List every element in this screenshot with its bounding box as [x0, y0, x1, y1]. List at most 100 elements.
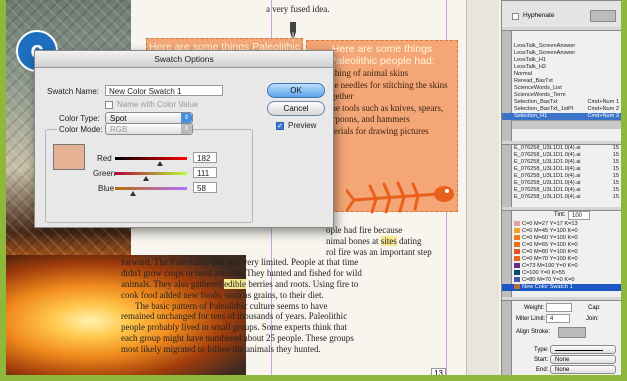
link-item[interactable]: E_076258_U3L1D1.0(4).ai 15: [502, 173, 621, 180]
body-line: nimal bones at sites dating: [326, 235, 422, 246]
page-number: 13: [431, 368, 446, 375]
swatch-item[interactable]: C=100 Y=0 K=55: [502, 270, 621, 277]
color-mode-value: RGB: [110, 125, 128, 134]
body-line: forward. The Paleolithic diet was very l…: [121, 257, 359, 268]
red-label: Red: [97, 154, 112, 163]
cancel-button[interactable]: Cancel: [267, 101, 325, 116]
end-label: End:: [536, 367, 549, 373]
swatch-item[interactable]: C=0 M=27 Y=17 K=13: [502, 221, 621, 228]
style-item[interactable]: Selection_BasTxt_1stPl Cmd+Num 2: [502, 106, 621, 113]
swatch-name-input[interactable]: New Color Swatch 1: [105, 85, 223, 96]
swatch-item-selected[interactable]: New Color Swatch 1: [502, 284, 621, 291]
swatch-item[interactable]: C=0 M=80 Y=100 K=0: [502, 249, 621, 256]
start-label: Start:: [534, 357, 549, 363]
start-select[interactable]: None: [550, 355, 616, 364]
bullet-list: • Clothing of animal skins • Bone needle…: [314, 68, 454, 149]
panel-dock: Hyphenate LessTalk_ScreenAnswer LessTalk…: [501, 0, 621, 375]
cap-label: Cap:: [588, 305, 601, 311]
style-item[interactable]: LessTalk_H1: [502, 57, 621, 64]
red-slider[interactable]: [115, 157, 187, 160]
body-line: each group might have numbered about 25 …: [121, 332, 354, 343]
swatch-item[interactable]: C=0 M=45 Y=100 K=0: [502, 228, 621, 235]
body-line: people probably lived in small groups. S…: [121, 322, 347, 333]
miter-input[interactable]: 4: [546, 314, 570, 323]
solid-line-icon: [555, 350, 603, 351]
green-label: Green: [93, 169, 116, 178]
body-line: rol fire was an important step: [326, 246, 432, 257]
red-value-input[interactable]: 182: [193, 152, 217, 163]
tint-input[interactable]: 100: [568, 211, 590, 220]
stroke-tab[interactable]: [502, 301, 512, 375]
green-slider-handle[interactable]: [143, 176, 149, 181]
align-stroke-label: Align Stroke:: [516, 329, 551, 335]
ok-button[interactable]: OK: [267, 83, 325, 98]
list-item: • Materials for drawing pictures: [314, 125, 429, 136]
type-label: Type:: [534, 347, 549, 353]
weight-input[interactable]: [546, 303, 572, 312]
links-panel: E_076258_U3L1D1.0(4).ai 15 E_076258_U3L1D…: [502, 144, 621, 207]
fishbone-icon: [344, 178, 456, 218]
blue-value-input[interactable]: 58: [193, 182, 217, 193]
dialog-title[interactable]: Swatch Options: [35, 51, 333, 68]
select-arrows-icon: ⇕: [181, 124, 192, 134]
link-item[interactable]: E_076258_U3L1D1.0(4).ai 15: [502, 166, 621, 173]
list-item: • Bone needles for stitching the skins t…: [314, 79, 448, 102]
name-with-color-value-checkbox[interactable]: [105, 101, 113, 109]
align-stroke-buttons[interactable]: [558, 327, 586, 338]
link-item[interactable]: E_076258_U3L1D1.0(4).ai 15: [502, 159, 621, 166]
preview-label: Preview: [288, 121, 317, 130]
style-item-selected[interactable]: Selection_H1 Cmd+Num 3: [502, 113, 621, 120]
link-item[interactable]: E_076258_U3L1D1.0(4).ai 15: [502, 152, 621, 159]
link-item[interactable]: E_076258_U3L1D1.0(4).ai 15: [502, 194, 621, 201]
style-item[interactable]: LessTalk_H2: [502, 64, 621, 71]
style-item[interactable]: Reread_BasTxt: [502, 78, 621, 85]
align-buttons[interactable]: [590, 10, 616, 22]
swatch-item[interactable]: C=80 M=70 Y=0 K=0: [502, 277, 621, 284]
hyphenate-label: Hyphenate: [523, 12, 555, 19]
blue-slider[interactable]: [115, 187, 187, 190]
style-item[interactable]: LessTalk_ScreenAnswer: [502, 50, 621, 57]
swatch-chip: [514, 235, 520, 241]
document-canvas[interactable]: a very fused idea. Here are some things …: [6, 0, 466, 375]
color-mode-select[interactable]: RGB ⇕: [105, 123, 193, 135]
hyphenate-checkbox[interactable]: [512, 13, 519, 20]
swatch-chip: [514, 284, 520, 290]
link-item[interactable]: E_076258_U3L1D1.0(4).ai 15: [502, 145, 621, 152]
preview-checkbox[interactable]: ✓: [276, 122, 284, 130]
green-value-input[interactable]: 111: [193, 167, 217, 178]
body-line: remained unchanged for tens of thousands…: [121, 311, 348, 322]
style-item[interactable]: LessTalk_ScreenAnswer: [502, 43, 621, 50]
link-item[interactable]: E_076258_U3L1D1.0(4).ai 15: [502, 187, 621, 194]
swatches-toolbar: Tint: 100: [502, 211, 621, 221]
green-slider[interactable]: [115, 172, 187, 175]
style-item[interactable]: ScienceWords_Term: [502, 92, 621, 99]
swatch-chip: [514, 221, 520, 227]
swatch-chip: [514, 256, 520, 262]
end-select[interactable]: None: [550, 365, 616, 374]
color-type-label: Color Type:: [59, 114, 100, 123]
panel-footer: [502, 120, 621, 129]
style-item[interactable]: Normal: [502, 71, 621, 78]
body-line: animals. They also gathered edible berri…: [121, 278, 359, 289]
body-line: most likely migrated to follow the anima…: [121, 343, 321, 354]
swatch-options-dialog: Swatch Options Swatch Name: New Color Sw…: [34, 50, 334, 228]
style-item[interactable]: ScienceWords_List: [502, 85, 621, 92]
swatch-item[interactable]: C=0 M=60 Y=100 K=0: [502, 235, 621, 242]
body-text: ople had fire because nimal bones at sit…: [121, 225, 451, 355]
body-line: cook food added new foods, such as grain…: [121, 289, 324, 300]
swatch-chip: [514, 263, 520, 269]
miter-label: Miter Limit:: [516, 316, 546, 322]
pen-tool-icon: [288, 22, 298, 42]
swatch-name-label: Swatch Name:: [47, 87, 100, 96]
blue-slider-handle[interactable]: [130, 191, 136, 196]
swatch-item[interactable]: C=0 M=65 Y=100 K=0: [502, 242, 621, 249]
swatch-item[interactable]: C=0 M=70 Y=100 K=0: [502, 256, 621, 263]
red-slider-handle[interactable]: [157, 161, 163, 166]
list-item: • Clothing of animal skins: [314, 68, 409, 78]
swatch-item[interactable]: C=73 M=100 Y=0 K=0: [502, 263, 621, 270]
type-select[interactable]: [550, 345, 616, 354]
style-item[interactable]: Selection_BasTxt Cmd+Num 1: [502, 99, 621, 106]
link-item[interactable]: E_076258_U3L1D1.0(4).ai 15: [502, 180, 621, 187]
swatch-chip: [514, 249, 520, 255]
pasteboard-gutter: [466, 0, 499, 375]
